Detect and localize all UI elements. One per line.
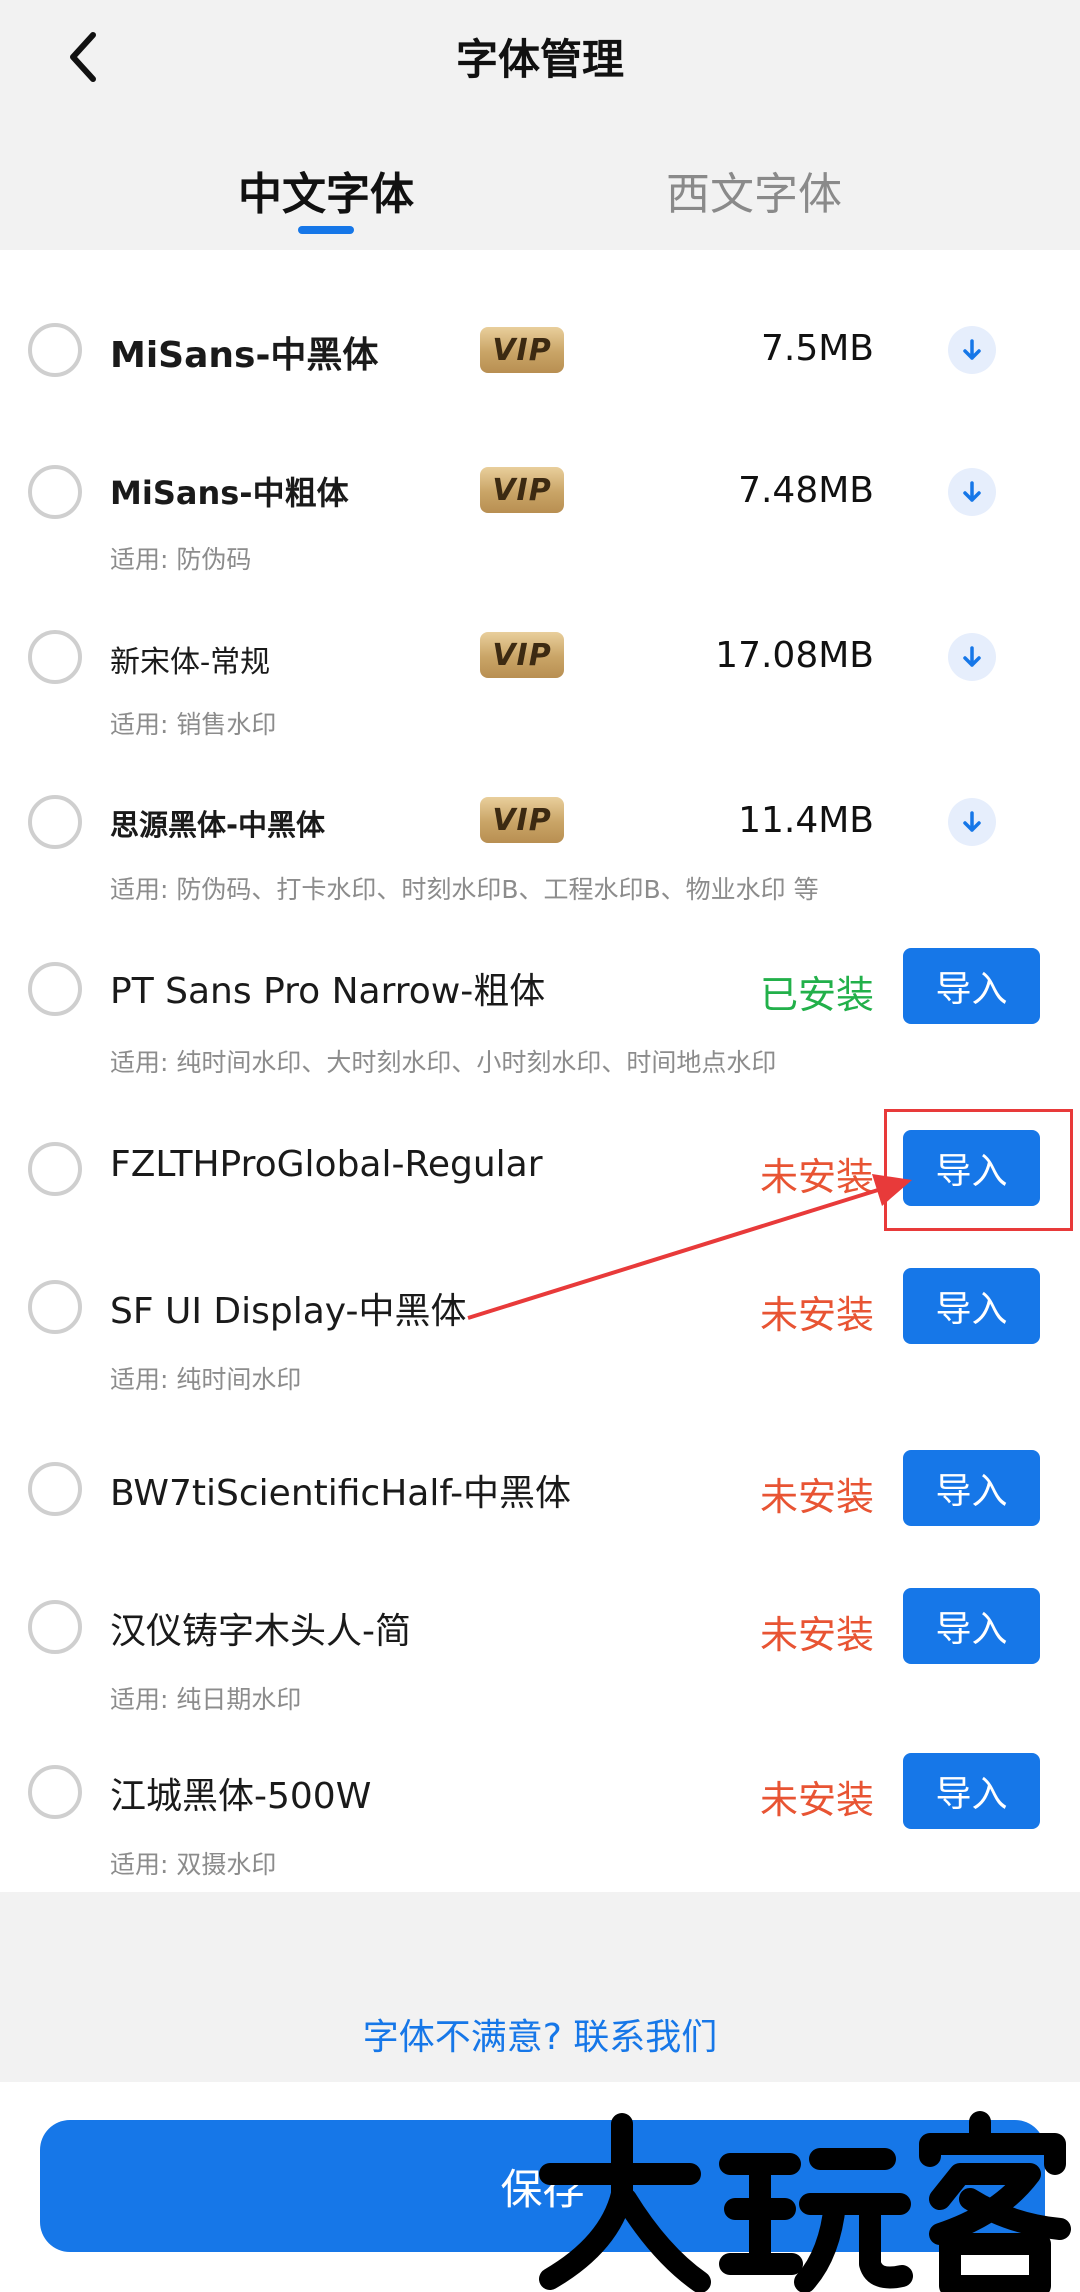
- font-usage: 适用: 双摄水印: [110, 1850, 277, 1879]
- vip-badge: VIP: [480, 327, 564, 373]
- font-name: 江城黑体-500W: [110, 1776, 372, 1817]
- font-row[interactable]: 思源黑体-中黑体 VIP 11.4MB 适用: 防伪码、打卡水印、时刻水印B、工…: [0, 770, 1080, 910]
- install-status: 未安装: [759, 1613, 874, 1657]
- download-arrow-icon: [963, 481, 981, 502]
- vip-badge: VIP: [480, 797, 564, 843]
- font-usage: 适用: 纯时间水印、大时刻水印、小时刻水印、时间地点水印: [110, 1048, 777, 1077]
- page-title: 字体管理: [455, 35, 624, 84]
- download-arrow-icon: [963, 339, 981, 360]
- font-name: SF UI Display-中黑体: [110, 1291, 467, 1332]
- font-size: 11.4MB: [738, 800, 874, 841]
- import-button[interactable]: 导入: [903, 1268, 1040, 1344]
- vip-badge: VIP: [480, 632, 564, 678]
- radio-button[interactable]: [28, 1280, 82, 1334]
- font-row[interactable]: SF UI Display-中黑体 未安装 导入 适用: 纯时间水印: [0, 1260, 1080, 1400]
- font-usage: 适用: 销售水印: [110, 710, 277, 739]
- font-usage: 适用: 纯日期水印: [110, 1685, 302, 1714]
- annotation-highlight-box: [884, 1109, 1073, 1231]
- font-row[interactable]: PT Sans Pro Narrow-粗体 已安装 导入 适用: 纯时间水印、大…: [0, 940, 1080, 1080]
- font-name: 新宋体-常规: [110, 645, 271, 680]
- radio-button[interactable]: [28, 1462, 82, 1516]
- font-row[interactable]: MiSans-中粗体 VIP 7.48MB 适用: 防伪码: [0, 440, 1080, 580]
- import-button[interactable]: 导入: [903, 948, 1040, 1024]
- font-name: 思源黑体-中黑体: [110, 808, 326, 842]
- font-row[interactable]: 新宋体-常规 VIP 17.08MB 适用: 销售水印: [0, 605, 1080, 745]
- download-button[interactable]: [948, 326, 996, 374]
- vip-badge: VIP: [480, 467, 564, 513]
- download-button[interactable]: [948, 633, 996, 681]
- import-button[interactable]: 导入: [903, 1753, 1040, 1829]
- radio-button[interactable]: [28, 1765, 82, 1819]
- install-status: 未安装: [759, 1155, 874, 1199]
- font-row[interactable]: MiSans-中黑体 VIP 7.5MB: [0, 300, 1080, 400]
- active-tab-indicator: [298, 226, 354, 234]
- radio-button[interactable]: [28, 630, 82, 684]
- radio-button[interactable]: [28, 465, 82, 519]
- radio-button[interactable]: [28, 962, 82, 1016]
- download-arrow-icon: [963, 811, 981, 832]
- font-row[interactable]: 汉仪铸字木头人-简 未安装 导入 适用: 纯日期水印: [0, 1580, 1080, 1720]
- font-usage: 适用: 防伪码、打卡水印、时刻水印B、工程水印B、物业水印 等: [110, 875, 819, 904]
- download-button[interactable]: [948, 798, 996, 846]
- install-status: 未安装: [759, 1475, 874, 1519]
- radio-button[interactable]: [28, 323, 82, 377]
- font-name: MiSans-中粗体: [110, 474, 349, 512]
- download-arrow-icon: [963, 646, 981, 667]
- font-size: 17.08MB: [715, 635, 874, 676]
- font-usage: 适用: 纯时间水印: [110, 1365, 302, 1394]
- radio-button[interactable]: [28, 795, 82, 849]
- install-status: 未安装: [759, 1293, 874, 1337]
- font-name: 汉仪铸字木头人-简: [110, 1611, 411, 1652]
- font-name: MiSans-中黑体: [110, 335, 379, 376]
- install-status: 已安装: [759, 973, 874, 1017]
- import-button[interactable]: 导入: [903, 1588, 1040, 1664]
- font-name: BW7tiScientificHalf-中黑体: [110, 1473, 572, 1514]
- font-size: 7.5MB: [760, 328, 874, 369]
- save-button[interactable]: 保存: [40, 2120, 1045, 2252]
- download-button[interactable]: [948, 468, 996, 516]
- header: 字体管理 中文字体 西文字体: [0, 0, 1080, 250]
- font-row[interactable]: 江城黑体-500W 未安装 导入 适用: 双摄水印: [0, 1745, 1080, 1885]
- contact-us-link[interactable]: 字体不满意? 联系我们: [0, 2008, 1080, 2060]
- font-name: FZLTHProGlobal-Regular: [110, 1144, 543, 1185]
- font-row[interactable]: BW7tiScientificHalf-中黑体 未安装 导入: [0, 1442, 1080, 1542]
- import-button[interactable]: 导入: [903, 1450, 1040, 1526]
- radio-button[interactable]: [28, 1600, 82, 1654]
- install-status: 未安装: [759, 1778, 874, 1822]
- font-size: 7.48MB: [738, 470, 874, 511]
- font-usage: 适用: 防伪码: [110, 545, 252, 574]
- radio-button[interactable]: [28, 1142, 82, 1196]
- tab-western-fonts[interactable]: 西文字体: [614, 158, 894, 222]
- tab-chinese-fonts[interactable]: 中文字体: [186, 158, 466, 222]
- font-name: PT Sans Pro Narrow-粗体: [110, 971, 546, 1012]
